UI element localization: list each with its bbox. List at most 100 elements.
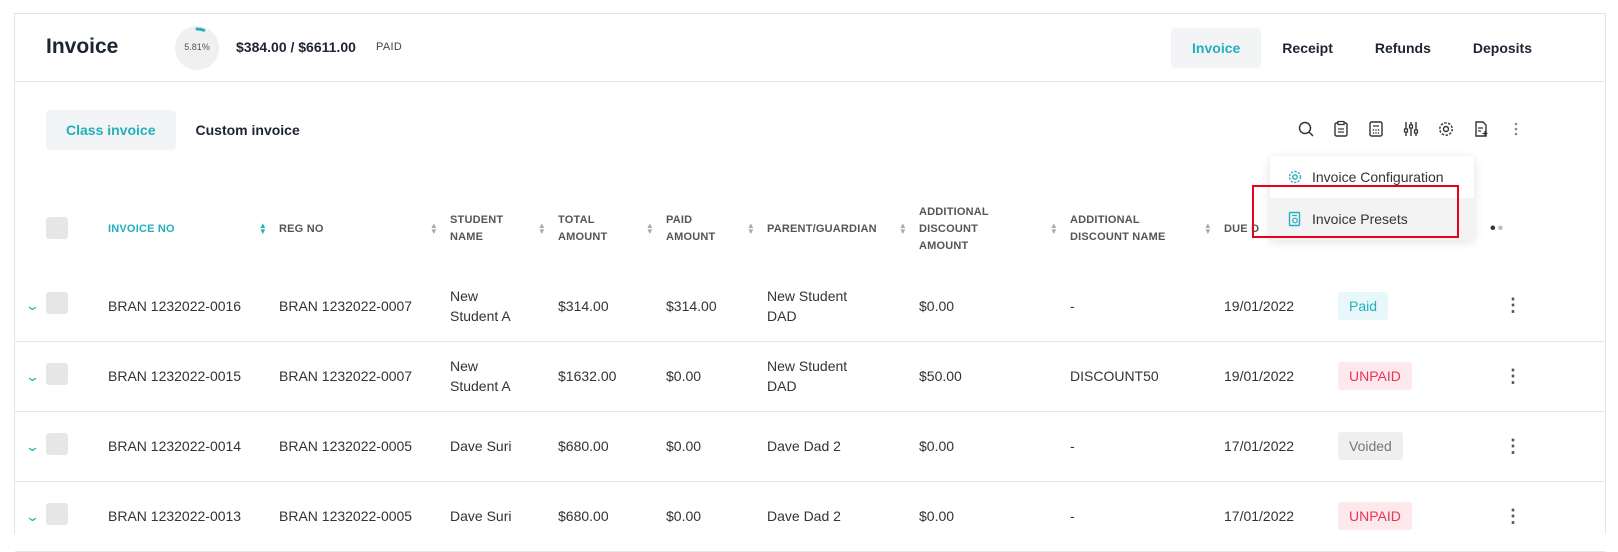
tab-deposits[interactable]: Deposits (1452, 28, 1553, 68)
column-student-name[interactable]: STUDENT NAME ▲ ▼ (450, 187, 558, 271)
cell-additional-discount-amount: $0.00 (919, 271, 1070, 342)
tab-receipt[interactable]: Receipt (1261, 28, 1354, 68)
cell-total-amount: $680.00 (558, 411, 666, 482)
cell-additional-discount-amount: $0.00 (919, 481, 1070, 552)
column-parent-guardian[interactable]: PARENT/GUARDIAN ▲ ▼ (767, 187, 919, 271)
expand-chevron-icon[interactable]: ⌄ (25, 437, 40, 457)
cell-student-name: Dave Suri (450, 411, 558, 482)
select-all-checkbox[interactable] (46, 216, 68, 239)
column-reg-no[interactable]: REG NO ▲ ▼ (279, 187, 450, 271)
table-row[interactable]: ⌄ BRAN 1232022-0014 BRAN 1232022-0005 Dave … (15, 411, 1605, 482)
search-icon[interactable] (1295, 118, 1317, 140)
paid-amount: $384.00 / $6611.00 (236, 39, 356, 55)
columns-dots-icon[interactable]: •• (1490, 220, 1505, 237)
row-more-icon[interactable]: ⋮ (1504, 295, 1522, 315)
cell-total-amount: $1632.00 (558, 341, 666, 412)
sliders-icon[interactable] (1400, 118, 1422, 140)
table-row[interactable]: ⌄ BRAN 1232022-0013 BRAN 1232022-0005 Dave … (15, 481, 1605, 552)
clipboard-icon[interactable] (1330, 118, 1352, 140)
sort-icon[interactable]: ▲ ▼ (1050, 222, 1058, 236)
cell-additional-discount-amount: $0.00 (919, 411, 1070, 482)
column-invoice-no[interactable]: INVOICE NO ▲ ▼ (108, 187, 279, 271)
table-row[interactable]: ⌄ BRAN 1232022-0016 BRAN 1232022-0007 New St… (15, 271, 1605, 342)
top-bar: Invoice 5.81% $384.00 / $6611.00 PAID In… (15, 14, 1605, 82)
row-more-icon[interactable]: ⋮ (1504, 366, 1522, 386)
sort-icon[interactable]: ▲ ▼ (1204, 222, 1212, 236)
cell-additional-discount-amount: $50.00 (919, 341, 1070, 412)
cell-paid-amount: $0.00 (666, 341, 767, 412)
table-toolbar (1295, 118, 1540, 140)
cell-parent-guardian: Dave Dad 2 (767, 481, 919, 552)
status-badge: Voided (1338, 432, 1403, 460)
invoice-card: Invoice 5.81% $384.00 / $6611.00 PAID In… (14, 13, 1606, 552)
sort-icon[interactable]: ▲ ▼ (899, 222, 907, 236)
gear-icon[interactable] (1435, 118, 1457, 140)
sort-icon[interactable]: ▲ ▼ (259, 222, 267, 236)
invoice-table: INVOICE NO ▲ ▼ REG NO ▲ ▼ STUDENT NAME ▲ ▼ TOTA… (15, 187, 1605, 552)
cell-additional-discount-name: - (1070, 271, 1224, 342)
cell-invoice-no: BRAN 1232022-0014 (108, 411, 279, 482)
cell-reg-no: BRAN 1232022-0007 (279, 341, 450, 412)
row-checkbox[interactable] (46, 432, 68, 455)
more-vertical-icon[interactable] (1505, 118, 1527, 140)
cell-parent-guardian: New Student DAD (767, 341, 919, 412)
cell-invoice-no: BRAN 1232022-0013 (108, 481, 279, 552)
highlight-box (1252, 185, 1459, 238)
column-actions: •• (1490, 187, 1605, 271)
column-paid-amount[interactable]: PAID AMOUNT ▲ ▼ (666, 187, 767, 271)
status-badge: UNPAID (1338, 362, 1412, 390)
row-more-icon[interactable]: ⋮ (1504, 506, 1522, 526)
status-badge: Paid (1338, 291, 1389, 320)
tab-refunds[interactable]: Refunds (1354, 28, 1452, 68)
cell-invoice-no: BRAN 1232022-0015 (108, 341, 279, 412)
main-tabs: Invoice Receipt Refunds Deposits (1171, 28, 1553, 68)
progress-label: 5.81% (184, 42, 210, 52)
cell-parent-guardian: New Student DAD (767, 271, 919, 342)
status-badge: UNPAID (1338, 502, 1412, 530)
cell-invoice-no: BRAN 1232022-0016 (108, 271, 279, 342)
cell-student-name: New Student A (450, 341, 558, 412)
cell-reg-no: BRAN 1232022-0005 (279, 481, 450, 552)
tab-class-invoice[interactable]: Class invoice (46, 110, 176, 150)
column-additional-discount-name[interactable]: ADDITIONAL DISCOUNT NAME ▲ ▼ (1070, 187, 1224, 271)
row-checkbox[interactable] (46, 362, 68, 385)
cell-paid-amount: $314.00 (666, 271, 767, 342)
cell-additional-discount-name: - (1070, 481, 1224, 552)
cell-reg-no: BRAN 1232022-0005 (279, 411, 450, 482)
page-title: Invoice (46, 35, 119, 58)
expand-chevron-icon[interactable]: ⌄ (25, 296, 40, 316)
cell-due-date: 17/01/2022 (1224, 481, 1338, 552)
cell-paid-amount: $0.00 (666, 411, 767, 482)
cell-parent-guardian: Dave Dad 2 (767, 411, 919, 482)
column-additional-discount-amount[interactable]: ADDITIONAL DISCOUNT AMOUNT ▲ ▼ (919, 187, 1070, 271)
cell-additional-discount-name: - (1070, 411, 1224, 482)
expand-chevron-icon[interactable]: ⌄ (25, 367, 40, 387)
row-more-icon[interactable]: ⋮ (1504, 436, 1522, 456)
cell-additional-discount-name: DISCOUNT50 (1070, 341, 1224, 412)
expand-chevron-icon[interactable]: ⌄ (25, 507, 40, 527)
paid-status: PAID (376, 41, 403, 53)
gear-icon (1288, 170, 1302, 184)
column-total-amount[interactable]: TOTAL AMOUNT ▲ ▼ (558, 187, 666, 271)
document-add-icon[interactable] (1470, 118, 1492, 140)
cell-student-name: Dave Suri (450, 481, 558, 552)
tab-invoice[interactable]: Invoice (1171, 28, 1262, 68)
sort-icon[interactable]: ▲ ▼ (646, 222, 654, 236)
calculator-icon[interactable] (1365, 118, 1387, 140)
cell-due-date: 19/01/2022 (1224, 271, 1338, 342)
invoice-type-tabs: Class invoice Custom invoice (46, 110, 320, 150)
sort-icon[interactable]: ▲ ▼ (747, 222, 755, 236)
cell-total-amount: $314.00 (558, 271, 666, 342)
cell-due-date: 17/01/2022 (1224, 411, 1338, 482)
row-checkbox[interactable] (46, 292, 68, 315)
row-checkbox[interactable] (46, 502, 68, 525)
table-row[interactable]: ⌄ BRAN 1232022-0015 BRAN 1232022-0007 New St… (15, 341, 1605, 412)
cell-student-name: New Student A (450, 271, 558, 342)
sort-icon[interactable]: ▲ ▼ (430, 222, 438, 236)
sort-icon[interactable]: ▲ ▼ (538, 222, 546, 236)
cell-total-amount: $680.00 (558, 481, 666, 552)
progress-ring: 5.81% (175, 26, 219, 70)
cell-reg-no: BRAN 1232022-0007 (279, 271, 450, 342)
tab-custom-invoice[interactable]: Custom invoice (176, 110, 320, 150)
cell-due-date: 19/01/2022 (1224, 341, 1338, 412)
